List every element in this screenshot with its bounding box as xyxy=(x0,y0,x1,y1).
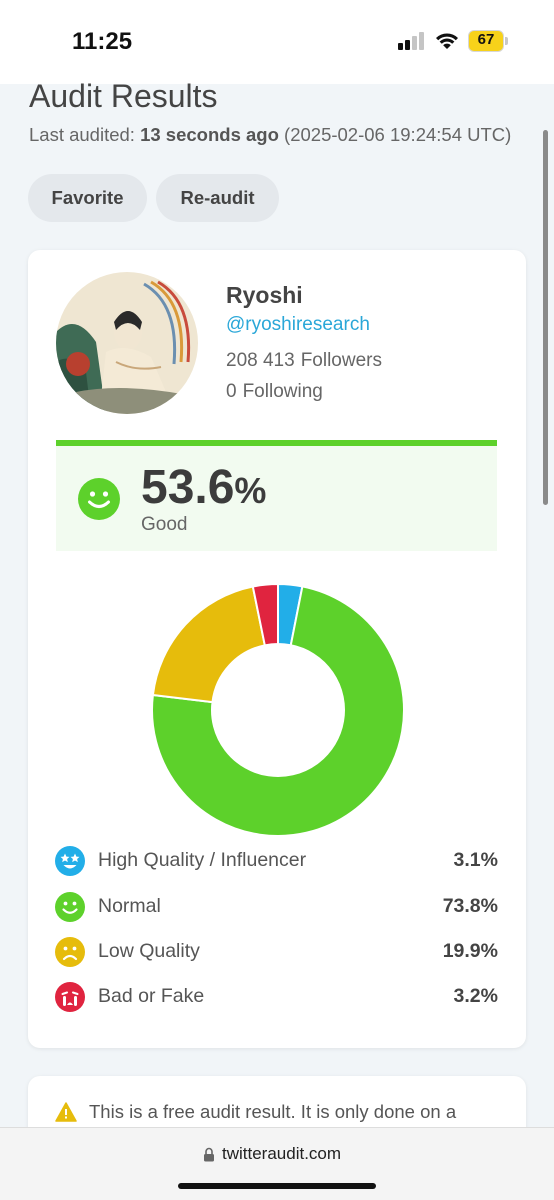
legend-item-high-quality: High Quality / Influencer 3.1% xyxy=(55,846,498,876)
score-number: 53.6 xyxy=(141,461,235,514)
battery-icon: 67 xyxy=(468,30,508,52)
last-audited-prefix: Last audited: xyxy=(29,124,141,145)
user-handle-link[interactable]: @ryoshiresearch xyxy=(226,314,370,336)
legend-item-bad-fake: Bad or Fake 3.2% xyxy=(55,982,498,1012)
audit-card: Ryoshi @ryoshiresearch 208 413 Followers … xyxy=(28,250,526,1048)
followers-label: Followers xyxy=(300,350,382,371)
smile-icon xyxy=(78,478,120,520)
frown-icon xyxy=(55,937,85,967)
legend-label: High Quality / Influencer xyxy=(98,849,307,871)
followers-number: 208 413 xyxy=(226,350,295,371)
score-panel: 53.6% Good xyxy=(56,440,497,551)
legend-value: 73.8% xyxy=(442,895,498,917)
wifi-icon xyxy=(436,33,458,49)
last-audited: Last audited: 13 seconds ago (2025-02-06… xyxy=(29,122,519,148)
legend-label: Bad or Fake xyxy=(98,985,205,1007)
legend-value: 3.1% xyxy=(453,849,498,871)
following-count: 0 Following xyxy=(226,381,323,403)
scrollbar[interactable] xyxy=(543,130,548,505)
home-indicator[interactable] xyxy=(178,1183,376,1189)
status-time: 11:25 xyxy=(72,28,133,55)
last-audited-relative: 13 seconds ago xyxy=(140,124,279,145)
legend-item-low-quality: Low Quality 19.9% xyxy=(55,937,498,967)
legend-label: Low Quality xyxy=(98,940,200,962)
lock-icon xyxy=(204,1147,214,1162)
legend-value: 3.2% xyxy=(453,985,498,1007)
page-title: Audit Results xyxy=(29,78,218,114)
slice-low-quality xyxy=(151,585,266,704)
score-unit: % xyxy=(234,470,267,511)
url-text[interactable]: twitteraudit.com xyxy=(222,1144,341,1164)
score-label: Good xyxy=(141,514,188,535)
notice-text: This is a free audit result. It is only … xyxy=(89,1101,457,1122)
followers-count: 208 413 Followers xyxy=(226,350,382,372)
status-bar: 11:25 67 xyxy=(0,0,554,84)
warning-icon xyxy=(55,1102,77,1122)
following-label: Following xyxy=(242,381,323,402)
avatar[interactable] xyxy=(56,272,198,414)
browser-address-bar[interactable]: twitteraudit.com xyxy=(0,1127,554,1200)
donut-chart xyxy=(151,582,405,837)
star-eyes-icon xyxy=(55,846,85,876)
crying-icon xyxy=(55,982,85,1012)
legend-label: Normal xyxy=(98,895,161,917)
favorite-button[interactable]: Favorite xyxy=(28,174,147,222)
last-audited-absolute: (2025-02-06 19:24:54 UTC) xyxy=(278,124,512,145)
battery-level: 67 xyxy=(477,31,495,48)
reaudit-button[interactable]: Re-audit xyxy=(156,174,279,222)
legend-value: 19.9% xyxy=(442,940,498,962)
following-number: 0 xyxy=(226,381,237,402)
legend-item-normal: Normal 73.8% xyxy=(55,892,498,922)
smile-icon xyxy=(55,892,85,922)
score-value: 53.6% xyxy=(141,460,266,515)
signal-icon xyxy=(398,32,426,50)
user-name: Ryoshi xyxy=(226,282,303,308)
